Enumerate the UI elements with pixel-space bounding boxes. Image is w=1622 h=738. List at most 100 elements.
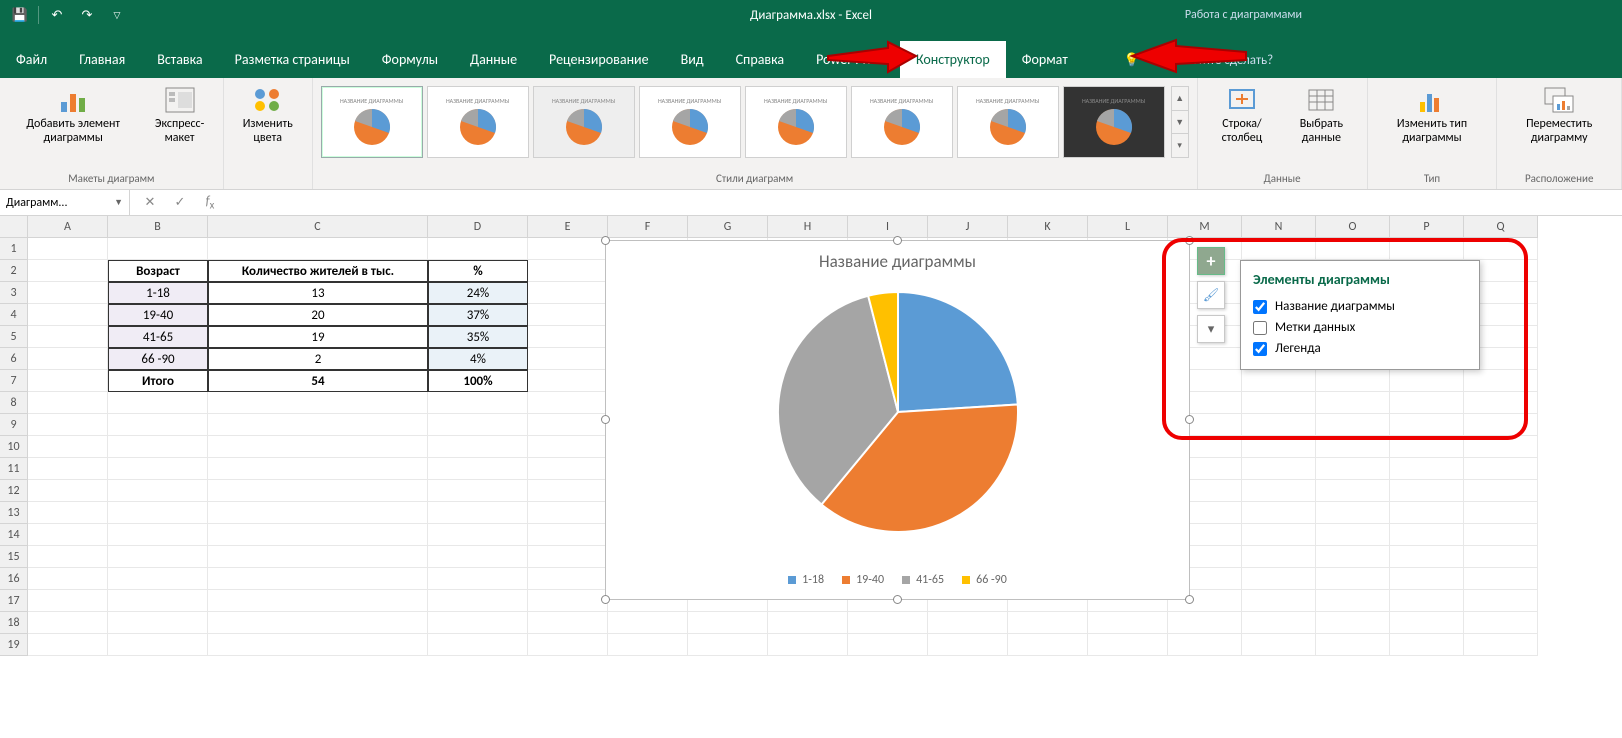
cell[interactable]: [28, 568, 108, 590]
cell[interactable]: 54: [208, 370, 428, 392]
row-header[interactable]: 5: [0, 326, 28, 348]
column-header[interactable]: I: [848, 216, 928, 238]
tab-page-layout[interactable]: Разметка страницы: [219, 41, 366, 78]
chart-handle[interactable]: [1185, 595, 1194, 604]
cell[interactable]: [1390, 524, 1464, 546]
cell[interactable]: [608, 612, 688, 634]
column-header[interactable]: D: [428, 216, 528, 238]
chart-handle[interactable]: [893, 595, 902, 604]
add-chart-element-button[interactable]: Добавить элемент диаграммы: [8, 82, 138, 148]
cell[interactable]: [208, 392, 428, 414]
tab-view[interactable]: Вид: [665, 41, 720, 78]
cell[interactable]: [108, 392, 208, 414]
cell[interactable]: [528, 304, 608, 326]
cell[interactable]: [928, 612, 1008, 634]
chart-handle[interactable]: [601, 415, 610, 424]
cell[interactable]: [28, 458, 108, 480]
cell[interactable]: [428, 436, 528, 458]
cell[interactable]: [208, 458, 428, 480]
cell[interactable]: [1464, 458, 1538, 480]
cell[interactable]: [1242, 502, 1316, 524]
cell[interactable]: [528, 370, 608, 392]
cell[interactable]: [28, 348, 108, 370]
legend-item[interactable]: 19-40: [842, 573, 884, 587]
cell[interactable]: [28, 260, 108, 282]
cell[interactable]: [1316, 590, 1390, 612]
cell[interactable]: [528, 260, 608, 282]
cell[interactable]: [108, 436, 208, 458]
move-chart-button[interactable]: Переместить диаграмму: [1505, 82, 1613, 148]
cell[interactable]: [208, 524, 428, 546]
cell[interactable]: [768, 612, 848, 634]
column-header[interactable]: F: [608, 216, 688, 238]
row-header[interactable]: 1: [0, 238, 28, 260]
cell[interactable]: Итого: [108, 370, 208, 392]
cell[interactable]: [208, 590, 428, 612]
cell[interactable]: [208, 612, 428, 634]
column-header[interactable]: M: [1168, 216, 1242, 238]
cell[interactable]: [1390, 590, 1464, 612]
tab-file[interactable]: Файл: [0, 41, 63, 78]
column-header[interactable]: A: [28, 216, 108, 238]
tab-home[interactable]: Главная: [63, 41, 141, 78]
cell[interactable]: [1464, 502, 1538, 524]
cell[interactable]: [1242, 458, 1316, 480]
cell[interactable]: [1464, 546, 1538, 568]
accept-formula-icon[interactable]: ✓: [170, 195, 190, 210]
legend-item[interactable]: 41-65: [902, 573, 944, 587]
cell[interactable]: [1316, 502, 1390, 524]
cell[interactable]: [28, 304, 108, 326]
cell[interactable]: [28, 392, 108, 414]
cell[interactable]: [1464, 524, 1538, 546]
cell[interactable]: [1464, 568, 1538, 590]
cell[interactable]: [208, 634, 428, 656]
undo-icon[interactable]: ↶: [43, 2, 71, 28]
cell[interactable]: [1008, 634, 1088, 656]
cell[interactable]: 41-65: [108, 326, 208, 348]
cell[interactable]: [848, 634, 928, 656]
cell[interactable]: [428, 458, 528, 480]
chart-style-thumb[interactable]: НАЗВАНИЕ ДИАГРАММЫ: [533, 86, 635, 158]
row-header[interactable]: 3: [0, 282, 28, 304]
cell[interactable]: [28, 282, 108, 304]
tab-insert[interactable]: Вставка: [141, 41, 218, 78]
pie-chart-plot[interactable]: [768, 282, 1028, 542]
redo-icon[interactable]: ↷: [73, 2, 101, 28]
cell[interactable]: [108, 568, 208, 590]
row-header[interactable]: 11: [0, 458, 28, 480]
cell[interactable]: [108, 612, 208, 634]
cell[interactable]: 100%: [428, 370, 528, 392]
chart-style-thumb[interactable]: НАЗВАНИЕ ДИАГРАММЫ: [745, 86, 847, 158]
column-header[interactable]: C: [208, 216, 428, 238]
cell[interactable]: [1242, 590, 1316, 612]
cell[interactable]: %: [428, 260, 528, 282]
column-header[interactable]: J: [928, 216, 1008, 238]
cell[interactable]: [428, 392, 528, 414]
row-header[interactable]: 9: [0, 414, 28, 436]
cell[interactable]: [108, 238, 208, 260]
cell[interactable]: [1464, 590, 1538, 612]
chart-legend[interactable]: 1-1819-4041-6566 -90: [606, 573, 1189, 587]
cell[interactable]: [28, 524, 108, 546]
cell[interactable]: [208, 568, 428, 590]
cell[interactable]: [528, 502, 608, 524]
cell[interactable]: [608, 634, 688, 656]
tab-formulas[interactable]: Формулы: [366, 41, 454, 78]
cell[interactable]: [28, 480, 108, 502]
cell[interactable]: [428, 480, 528, 502]
column-header[interactable]: N: [1242, 216, 1316, 238]
cell[interactable]: [1390, 502, 1464, 524]
chart-styles-gallery[interactable]: НАЗВАНИЕ ДИАГРАММЫНАЗВАНИЕ ДИАГРАММЫНАЗВ…: [321, 82, 1165, 158]
chart-style-thumb[interactable]: НАЗВАНИЕ ДИАГРАММЫ: [851, 86, 953, 158]
cell[interactable]: 37%: [428, 304, 528, 326]
cell[interactable]: [1390, 480, 1464, 502]
cell[interactable]: 20: [208, 304, 428, 326]
cell[interactable]: [1316, 568, 1390, 590]
cell[interactable]: [28, 238, 108, 260]
cell[interactable]: [428, 414, 528, 436]
cell[interactable]: [428, 238, 528, 260]
cell[interactable]: [528, 414, 608, 436]
cell[interactable]: [1242, 524, 1316, 546]
quick-layout-button[interactable]: Экспресс-макет: [144, 82, 214, 148]
tab-format[interactable]: Формат: [1006, 41, 1084, 78]
